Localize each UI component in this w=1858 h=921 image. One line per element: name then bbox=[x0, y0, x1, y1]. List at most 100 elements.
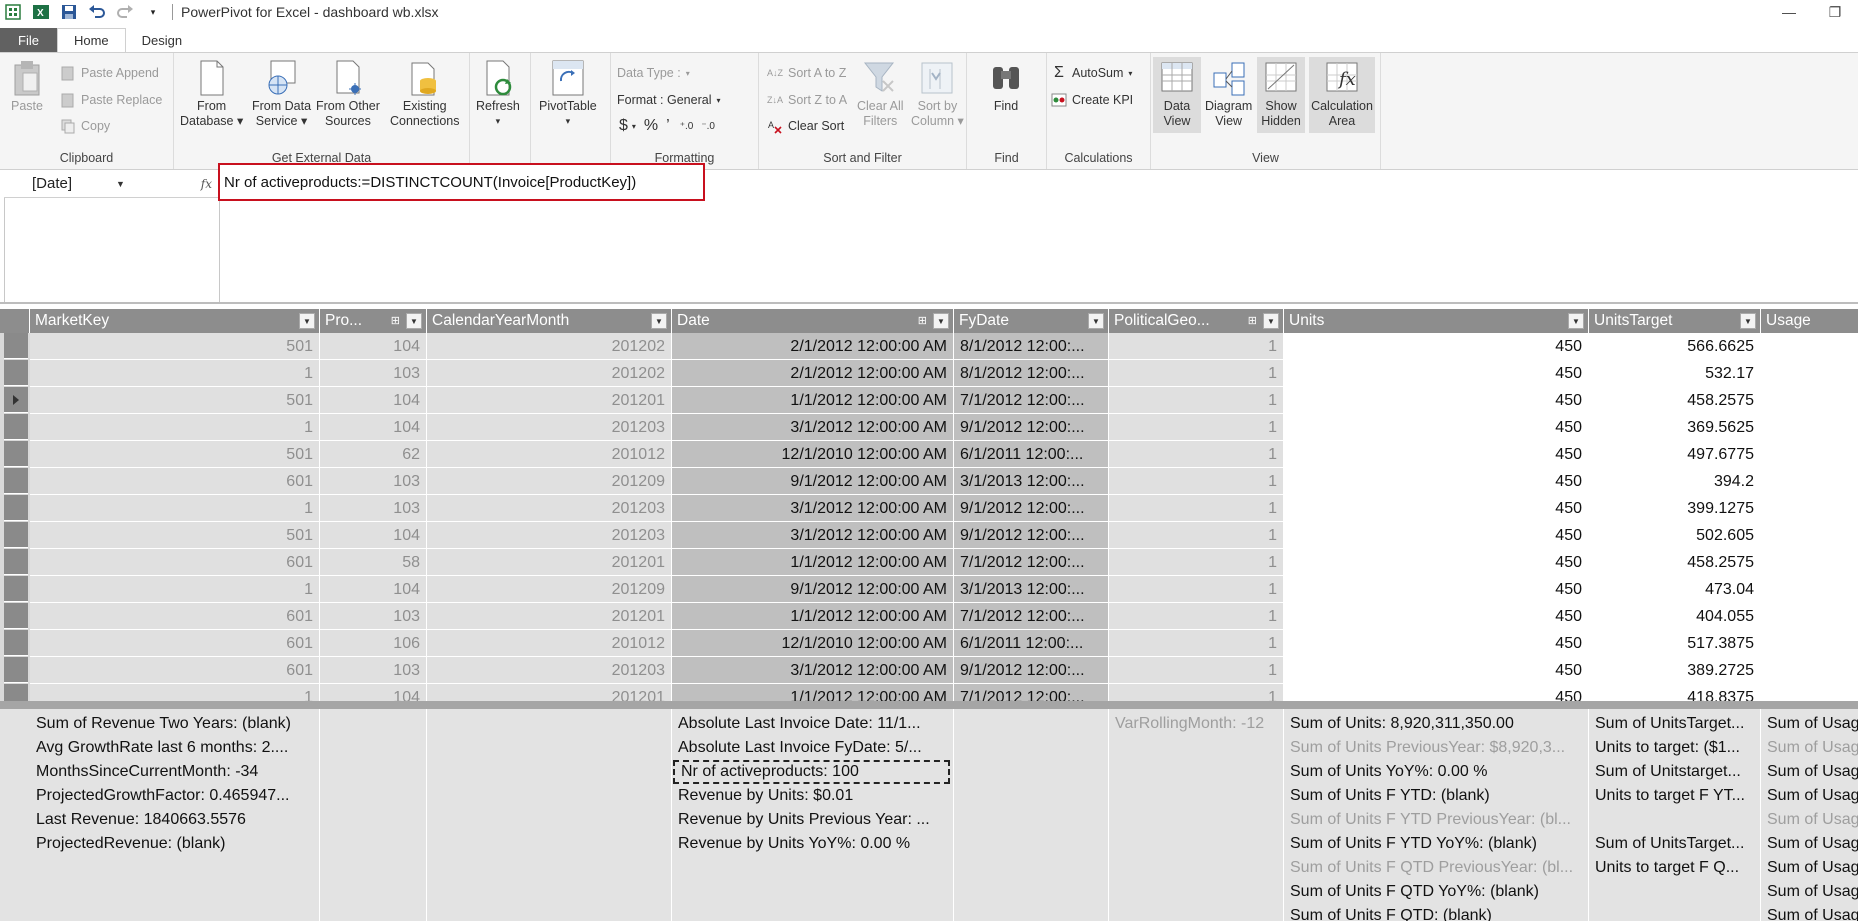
cell-usage[interactable] bbox=[1761, 468, 1858, 495]
data-type-dropdown[interactable]: Data Type : ▾ bbox=[617, 63, 690, 83]
cell-units[interactable]: 450 bbox=[1284, 630, 1589, 657]
measure-cell[interactable]: Sum of Usag bbox=[1761, 808, 1858, 832]
cell-usage[interactable] bbox=[1761, 576, 1858, 603]
cell-productkey[interactable]: 104 bbox=[320, 414, 427, 441]
cell-date[interactable]: 9/1/2012 12:00:00 AM bbox=[672, 576, 954, 603]
cell-politicalgeo[interactable]: 1 bbox=[1109, 657, 1284, 684]
cell-marketkey[interactable]: 601 bbox=[30, 549, 320, 576]
cell-calendaryearmonth[interactable]: 201201 bbox=[427, 549, 672, 576]
cell-productkey[interactable]: 58 bbox=[320, 549, 427, 576]
excel-icon[interactable]: X bbox=[32, 3, 50, 21]
table-row[interactable]: 1 104 201209 9/1/2012 12:00:00 AM 3/1/2013 1… bbox=[0, 576, 1858, 603]
column-header-unitstarget[interactable]: UnitsTarget ▼ bbox=[1589, 309, 1761, 333]
cell-usage[interactable] bbox=[1761, 522, 1858, 549]
cell-unitstarget[interactable]: 566.6625 bbox=[1589, 333, 1761, 360]
cell-usage[interactable] bbox=[1761, 495, 1858, 522]
tab-file[interactable]: File bbox=[0, 28, 57, 52]
percent-button[interactable]: % bbox=[644, 117, 658, 135]
table-row[interactable]: 601 58 201201 1/1/2012 12:00:00 AM 7/1/2012 … bbox=[0, 549, 1858, 576]
copy-button[interactable]: Copy bbox=[60, 116, 110, 136]
show-hidden-button[interactable]: Show Hidden bbox=[1257, 57, 1305, 133]
measure-cell[interactable]: Revenue by Units YoY%: 0.00 % bbox=[672, 832, 954, 856]
cell-politicalgeo[interactable]: 1 bbox=[1109, 414, 1284, 441]
row-selector[interactable] bbox=[4, 441, 28, 467]
cell-productkey[interactable]: 103 bbox=[320, 603, 427, 630]
measure-cell[interactable]: VarRollingMonth: -12 bbox=[1109, 712, 1284, 736]
cell-fydate[interactable]: 9/1/2012 12:00:... bbox=[954, 495, 1109, 522]
sort-za-button[interactable]: Z↓A Sort Z to A bbox=[767, 90, 847, 110]
table-row[interactable]: 501 104 201201 1/1/2012 12:00:00 AM 7/1/2012… bbox=[0, 387, 1858, 414]
table-row[interactable]: 601 103 201209 9/1/2012 12:00:00 AM 3/1/2013… bbox=[0, 468, 1858, 495]
column-header-marketkey[interactable]: MarketKey ▼ bbox=[30, 309, 320, 333]
cell-date[interactable]: 1/1/2012 12:00:00 AM bbox=[672, 549, 954, 576]
cell-unitstarget[interactable]: 404.055 bbox=[1589, 603, 1761, 630]
from-other-sources-button[interactable]: From Other Sources bbox=[316, 59, 380, 129]
data-view-button[interactable]: Data View bbox=[1153, 57, 1201, 133]
cell-date[interactable]: 3/1/2012 12:00:00 AM bbox=[672, 414, 954, 441]
cell-calendaryearmonth[interactable]: 201209 bbox=[427, 468, 672, 495]
measure-cell[interactable]: Avg GrowthRate last 6 months: 2.... bbox=[30, 736, 320, 760]
cell-marketkey[interactable]: 1 bbox=[30, 360, 320, 387]
column-header-fydate[interactable]: FyDate ▼ bbox=[954, 309, 1109, 333]
cell-calendaryearmonth[interactable]: 201201 bbox=[427, 387, 672, 414]
cell-calendaryearmonth[interactable]: 201209 bbox=[427, 576, 672, 603]
currency-chevron-icon[interactable]: ▾ bbox=[632, 122, 636, 131]
cell-units[interactable]: 450 bbox=[1284, 414, 1589, 441]
table-row[interactable]: 601 106 201012 12/1/2010 12:00:00 AM 6/1/201… bbox=[0, 630, 1858, 657]
measure-cell[interactable]: Units to target F Q... bbox=[1589, 856, 1761, 880]
cell-unitstarget[interactable]: 369.5625 bbox=[1589, 414, 1761, 441]
column-header-calendaryearmonth[interactable]: CalendarYearMonth ▼ bbox=[427, 309, 672, 333]
paste-replace-button[interactable]: Paste Replace bbox=[60, 90, 162, 110]
row-selector[interactable] bbox=[4, 495, 28, 521]
cell-calendaryearmonth[interactable]: 201202 bbox=[427, 333, 672, 360]
cell-units[interactable]: 450 bbox=[1284, 468, 1589, 495]
table-row[interactable]: 501 104 201203 3/1/2012 12:00:00 AM 9/1/2012… bbox=[0, 522, 1858, 549]
cell-date[interactable]: 1/1/2012 12:00:00 AM bbox=[672, 603, 954, 630]
cell-calendaryearmonth[interactable]: 201203 bbox=[427, 495, 672, 522]
cell-fydate[interactable]: 8/1/2012 12:00:... bbox=[954, 360, 1109, 387]
filter-dropdown-icon[interactable]: ▼ bbox=[1088, 313, 1104, 329]
cell-fydate[interactable]: 7/1/2012 12:00:... bbox=[954, 603, 1109, 630]
cell-date[interactable]: 3/1/2012 12:00:00 AM bbox=[672, 495, 954, 522]
currency-button[interactable]: $ bbox=[619, 117, 628, 135]
column-header-politicalgeo[interactable]: PoliticalGeo... ⊞ ▼ bbox=[1109, 309, 1284, 333]
cell-productkey[interactable]: 104 bbox=[320, 333, 427, 360]
row-selector[interactable] bbox=[4, 522, 28, 548]
autosum-button[interactable]: Σ AutoSum ▾ bbox=[1051, 63, 1132, 83]
cell-marketkey[interactable]: 501 bbox=[30, 333, 320, 360]
cell-usage[interactable] bbox=[1761, 549, 1858, 576]
cell-units[interactable]: 450 bbox=[1284, 441, 1589, 468]
cell-calendaryearmonth[interactable]: 201203 bbox=[427, 657, 672, 684]
cell-politicalgeo[interactable]: 1 bbox=[1109, 576, 1284, 603]
cell-units[interactable]: 450 bbox=[1284, 522, 1589, 549]
from-data-service-button[interactable]: From Data Service ▾ bbox=[252, 59, 311, 129]
cell-units[interactable]: 450 bbox=[1284, 576, 1589, 603]
calculation-area-splitter[interactable] bbox=[0, 701, 1858, 709]
filter-dropdown-icon[interactable]: ▼ bbox=[1568, 313, 1584, 329]
cell-politicalgeo[interactable]: 1 bbox=[1109, 495, 1284, 522]
measure-cell[interactable]: Sum of Units F QTD: (blank) bbox=[1284, 904, 1589, 921]
cell-calendaryearmonth[interactable]: 201202 bbox=[427, 360, 672, 387]
cell-productkey[interactable]: 106 bbox=[320, 630, 427, 657]
cell-marketkey[interactable]: 501 bbox=[30, 522, 320, 549]
cell-marketkey[interactable]: 601 bbox=[30, 657, 320, 684]
measure-cell[interactable]: Sum of Units F QTD PreviousYear: (bl... bbox=[1284, 856, 1589, 880]
filter-dropdown-icon[interactable]: ▼ bbox=[651, 313, 667, 329]
measure-cell[interactable]: Sum of Units: 8,920,311,350.00 bbox=[1284, 712, 1589, 736]
cell-unitstarget[interactable]: 497.6775 bbox=[1589, 441, 1761, 468]
paste-append-button[interactable]: Paste Append bbox=[60, 63, 159, 83]
filter-dropdown-icon[interactable]: ▼ bbox=[1740, 313, 1756, 329]
cell-units[interactable]: 450 bbox=[1284, 495, 1589, 522]
measure-cell[interactable]: MonthsSinceCurrentMonth: -34 bbox=[30, 760, 320, 784]
measure-cell[interactable]: Sum of Units F YTD: (blank) bbox=[1284, 784, 1589, 808]
comma-button[interactable]: ’ bbox=[666, 117, 670, 135]
selected-measure-cell[interactable]: Nr of activeproducts: 100 bbox=[673, 760, 950, 784]
clear-all-filters-button[interactable]: Clear All Filters bbox=[857, 59, 904, 129]
row-selector[interactable] bbox=[4, 657, 28, 683]
cell-usage[interactable] bbox=[1761, 630, 1858, 657]
fx-icon[interactable]: fx bbox=[201, 177, 212, 191]
cell-date[interactable]: 2/1/2012 12:00:00 AM bbox=[672, 360, 954, 387]
measure-cell[interactable]: Absolute Last Invoice FyDate: 5/... bbox=[672, 736, 954, 760]
cell-date[interactable]: 12/1/2010 12:00:00 AM bbox=[672, 441, 954, 468]
increase-decimal-icon[interactable]: ⁺.0 bbox=[680, 121, 694, 132]
